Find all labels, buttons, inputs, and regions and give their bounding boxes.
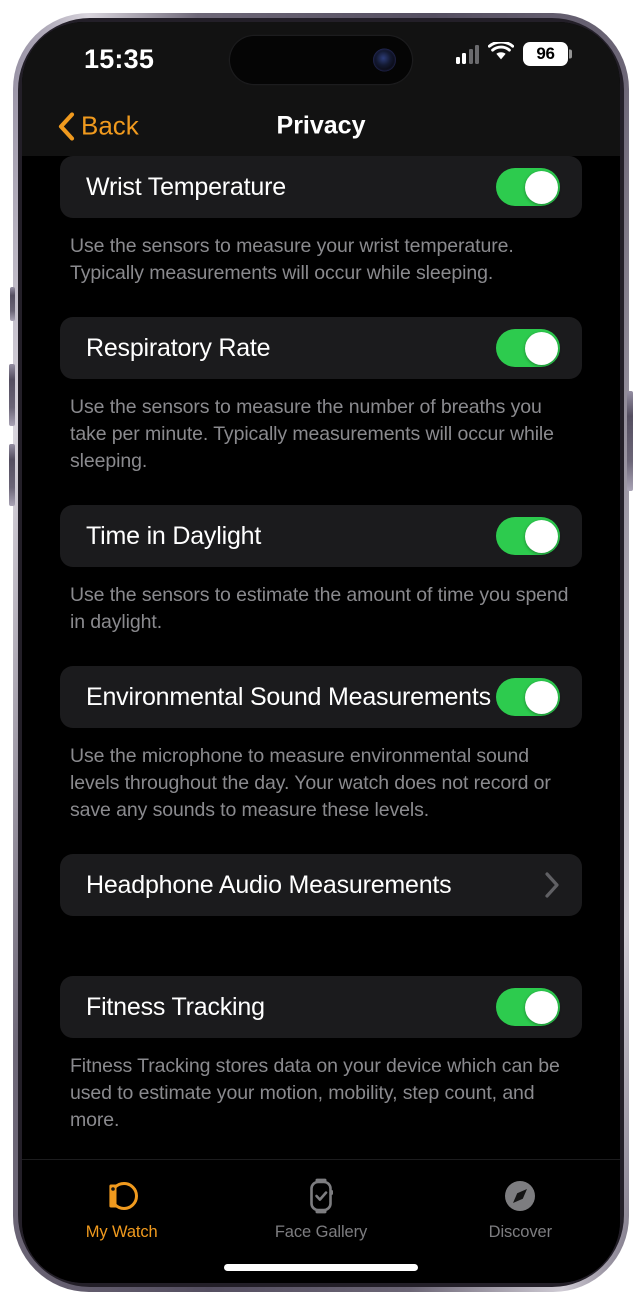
battery-icon: 96	[523, 42, 572, 66]
setting-label: Environmental Sound Measurements	[86, 682, 491, 711]
setting-row-headphone-audio-measurements[interactable]: Headphone Audio Measurements	[60, 854, 582, 916]
battery-tip	[569, 49, 572, 59]
setting-description-fitness-tracking: Fitness Tracking stores data on your dev…	[70, 1055, 560, 1131]
tab-label: Face Gallery	[274, 1223, 368, 1241]
setting-label: Wrist Temperature	[86, 172, 286, 201]
setting-row-time-in-daylight[interactable]: Time in Daylight	[60, 505, 582, 567]
dynamic-island	[230, 36, 412, 84]
navigation-bar: Back Privacy	[22, 96, 620, 156]
setting-label: Time in Daylight	[86, 521, 262, 550]
status-time: 15:35	[84, 44, 155, 74]
toggle-knob	[525, 680, 558, 714]
setting-description-wrist-temperature: Use the sensors to measure your wrist te…	[70, 235, 514, 284]
setting-row-fitness-tracking[interactable]: Fitness Tracking	[60, 976, 582, 1038]
chevron-right-icon	[545, 872, 559, 898]
volume-up-button[interactable]	[9, 364, 15, 426]
front-camera-icon	[373, 48, 396, 72]
setting-row-environmental-sound-measurements[interactable]: Environmental Sound Measurements	[60, 666, 582, 728]
toggle-knob	[525, 170, 558, 204]
status-indicators: 96	[455, 40, 572, 66]
toggle-environmental-sound-measurements[interactable]	[496, 678, 560, 716]
setting-label: Respiratory Rate	[86, 333, 271, 362]
battery-percent: 96	[536, 44, 555, 63]
setting-row-respiratory-rate[interactable]: Respiratory Rate	[60, 317, 582, 379]
setting-description-respiratory-rate: Use the sensors to measure the number of…	[70, 396, 554, 472]
page-title: Privacy	[276, 111, 366, 140]
status-bar: 15:35 96	[22, 22, 620, 96]
silent-switch-button[interactable]	[10, 287, 15, 321]
toggle-knob	[525, 519, 558, 553]
toggle-knob	[525, 331, 558, 365]
compass-icon	[502, 1176, 538, 1216]
setting-row-wrist-temperature[interactable]: Wrist Temperature	[60, 156, 582, 218]
tab-my-watch[interactable]: My Watch	[22, 1160, 221, 1283]
tab-discover[interactable]: Discover	[421, 1160, 620, 1283]
wifi-icon	[487, 40, 515, 66]
back-button[interactable]: Back	[58, 111, 139, 142]
setting-description-environmental-sound-measurements: Use the microphone to measure environmen…	[70, 745, 551, 821]
back-button-label: Back	[81, 110, 139, 141]
toggle-wrist-temperature[interactable]	[496, 168, 560, 206]
toggle-respiratory-rate[interactable]	[496, 329, 560, 367]
tab-label: My Watch	[85, 1223, 158, 1241]
chevron-left-icon	[58, 112, 75, 140]
power-button[interactable]	[627, 391, 633, 491]
phone-screen: 15:35 96 Back Privacy Wrist Temperature …	[22, 22, 620, 1283]
toggle-fitness-tracking[interactable]	[496, 988, 560, 1026]
setting-description-time-in-daylight: Use the sensors to estimate the amount o…	[70, 584, 569, 633]
settings-scroll-area[interactable]: Wrist Temperature Use the sensors to mea…	[22, 156, 620, 1159]
tab-label: Discover	[488, 1223, 553, 1241]
home-indicator[interactable]	[224, 1264, 418, 1271]
watch-side-icon	[105, 1176, 139, 1216]
watch-face-icon	[305, 1176, 337, 1216]
signal-bars-icon	[455, 44, 479, 64]
setting-label: Headphone Audio Measurements	[86, 870, 452, 899]
volume-down-button[interactable]	[9, 444, 15, 506]
tab-bar: My Watch Face Gallery Discover	[22, 1159, 620, 1283]
setting-label: Fitness Tracking	[86, 992, 265, 1021]
toggle-knob	[525, 990, 558, 1024]
toggle-time-in-daylight[interactable]	[496, 517, 560, 555]
